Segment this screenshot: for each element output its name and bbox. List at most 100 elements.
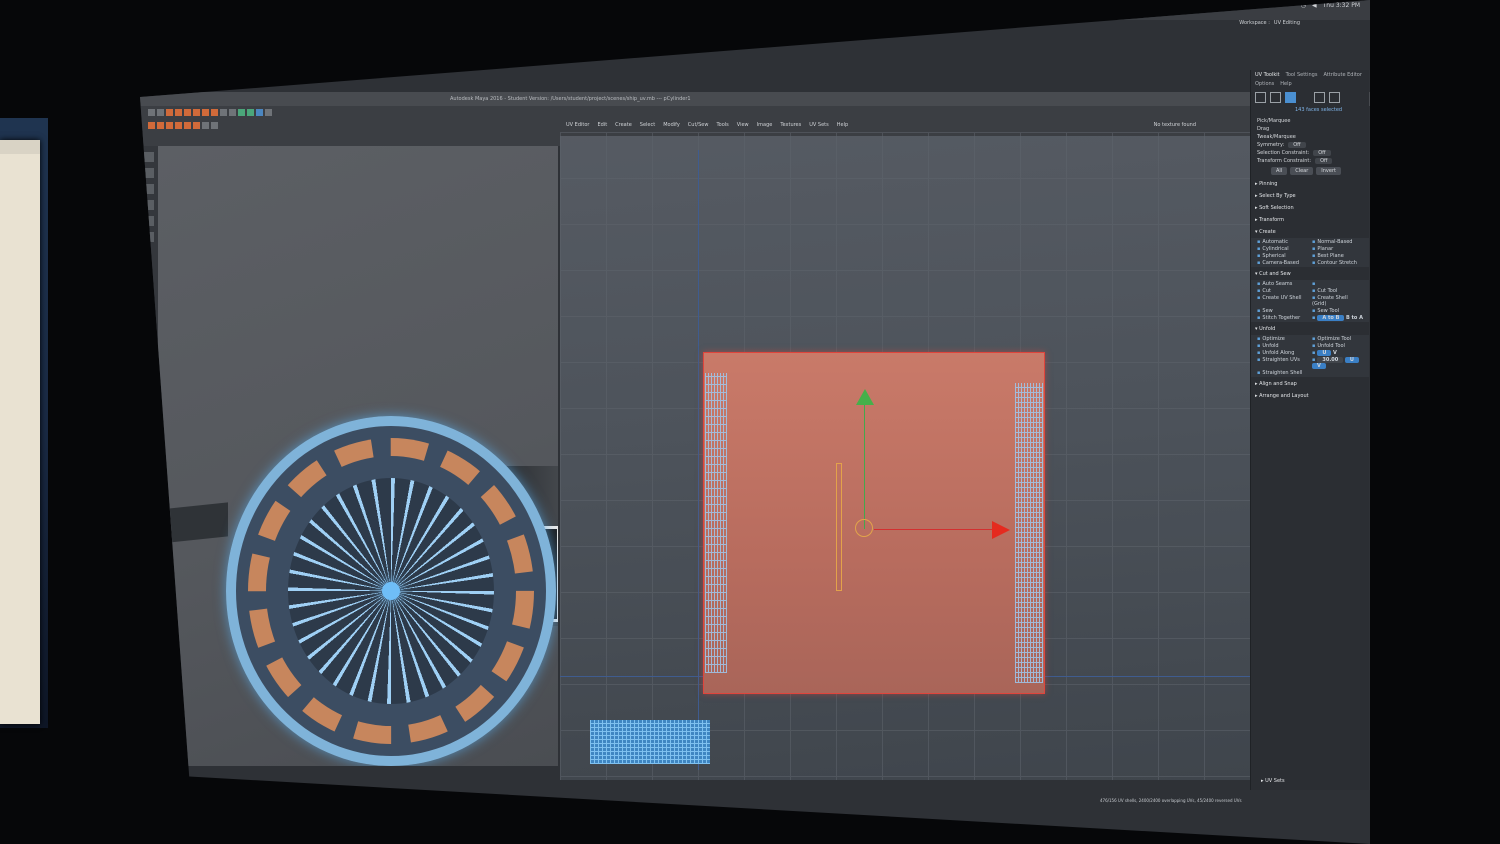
uv-shell-thin[interactable] [836,463,842,591]
perspective-viewport[interactable] [158,146,558,766]
symmetry-label: Symmetry: [1257,142,1285,148]
poly-plane-icon[interactable] [175,122,182,129]
snap-point-icon[interactable] [211,109,218,116]
extrude-icon[interactable] [184,122,191,129]
create-normal-based[interactable]: Normal-Based [1312,239,1363,245]
cut-create-uv-shell[interactable]: Create UV Shell [1257,295,1308,307]
selection-constraint-label: Selection Constraint: [1257,150,1310,156]
vertex-mode-icon[interactable] [1270,92,1281,103]
unfold-optimize-tool[interactable]: Optimize Tool [1312,336,1363,342]
move-tool-icon[interactable] [166,109,173,116]
workspace-value[interactable]: UV Editing [1274,20,1300,26]
cut-sew[interactable]: Sew [1257,308,1308,314]
select-icon[interactable] [144,152,154,162]
move-gizmo-y-arrow-icon[interactable] [856,389,874,405]
ipr-render-icon[interactable] [238,109,245,116]
pick-marquee[interactable]: Pick/Marquee [1251,117,1369,125]
selection-status: 143 faces selected [1295,107,1343,113]
bridge-icon[interactable] [211,122,218,129]
section-pinning[interactable]: ▸ Pinning [1251,179,1369,189]
poly-cylinder-icon[interactable] [166,122,173,129]
render-settings-icon[interactable] [247,109,254,116]
snap-grid-icon[interactable] [193,109,200,116]
create-camera-based[interactable]: Camera-Based [1257,260,1308,266]
straighten-uvs-label[interactable]: Straighten UVs [1257,357,1308,369]
tweak-marquee[interactable]: Tweak/Marquee [1251,133,1369,141]
unfold-unfold[interactable]: Unfold [1257,343,1308,349]
rotate-tool-icon[interactable] [175,109,182,116]
drag-mode[interactable]: Drag [1251,125,1369,133]
menu-options[interactable]: Options [1255,81,1274,87]
select-clear-button[interactable]: Clear [1290,167,1314,175]
create-best-plane[interactable]: Best Plane [1312,253,1363,259]
unfold-along-u[interactable]: U [1317,350,1332,356]
face-mode-icon[interactable] [1255,92,1266,103]
snap-curve-icon[interactable] [202,109,209,116]
move-gizmo-center[interactable] [855,519,873,537]
select-buttons: All Clear Invert [1251,165,1369,177]
section-create[interactable]: ▾ Create [1251,227,1369,237]
stitch-a-to-b[interactable]: A to B [1317,315,1345,321]
cut-sew-tool[interactable]: Sew Tool [1312,308,1363,314]
selection-constraint-row: Selection Constraint: Off [1251,149,1369,157]
unfold-along-v[interactable]: V [1333,350,1337,356]
section-transform[interactable]: ▸ Transform [1251,215,1369,225]
create-spherical[interactable]: Spherical [1257,253,1308,259]
straighten-u[interactable]: U [1344,357,1359,363]
section-soft-selection[interactable]: ▸ Soft Selection [1251,203,1369,213]
section-align-and-snap[interactable]: ▸ Align and Snap [1251,379,1369,389]
tab-tool-settings[interactable]: Tool Settings [1286,72,1318,78]
hypershade-icon[interactable] [256,109,263,116]
move-gizmo-x-arrow-icon[interactable] [992,521,1010,539]
move-gizmo-x-axis[interactable] [874,529,994,530]
uv-grid-icon[interactable] [1329,92,1340,103]
section-unfold[interactable]: ▾ Unfold [1251,324,1369,334]
uv-editor-panel[interactable]: UV Editor Edit Create Select Modify Cut/… [560,120,1250,780]
uv-shell-selected[interactable] [703,352,1045,694]
workspace-selector[interactable]: Workspace : UV Editing [1239,20,1300,26]
selection-constraint-dropdown[interactable]: Off [1313,150,1331,156]
section-select-by-type[interactable]: ▸ Select By Type [1251,191,1369,201]
transform-constraint-dropdown[interactable]: Off [1315,158,1333,164]
cut-cut-tool[interactable]: Cut Tool [1312,288,1363,294]
cut-stitch-together[interactable]: Stitch Together [1257,315,1308,321]
select-all-button[interactable]: All [1271,167,1288,175]
history-icon[interactable] [220,109,227,116]
unfold-unfold-tool[interactable]: Unfold Tool [1312,343,1363,349]
create-cylindrical[interactable]: Cylindrical [1257,246,1308,252]
bevel-icon[interactable] [193,122,200,129]
checkerboard-icon[interactable] [1314,92,1325,103]
uv-shell-mode-icon[interactable] [1285,92,1296,103]
cut-create-shell-grid[interactable]: Create Shell (Grid) [1312,295,1363,307]
tab-attribute-editor[interactable]: Attribute Editor [1323,72,1361,78]
uv-shell-bottom[interactable] [590,720,710,764]
unfold-along-label[interactable]: Unfold Along [1257,350,1308,356]
uv-editor-icon[interactable] [265,109,272,116]
cut-cut[interactable]: Cut [1257,288,1308,294]
section-cut-and-sew[interactable]: ▾ Cut and Sew [1251,269,1369,279]
select-invert-button[interactable]: Invert [1316,167,1341,175]
create-planar[interactable]: Planar [1312,246,1363,252]
straighten-v[interactable]: V [1312,363,1326,369]
create-automatic[interactable]: Automatic [1257,239,1308,245]
poly-cube-icon[interactable] [148,122,155,129]
cut-auto-seams[interactable]: Auto Seams [1257,281,1308,287]
section-arrange-and-layout[interactable]: ▸ Arrange and Layout [1251,391,1369,401]
symmetry-dropdown[interactable]: Off [1288,142,1306,148]
poly-sphere-icon[interactable] [157,122,164,129]
lasso-tool-icon[interactable] [157,109,164,116]
create-contour-stretch[interactable]: Contour Stretch [1312,260,1363,266]
menu-help[interactable]: Help [1280,81,1291,87]
move-gizmo-y-axis[interactable] [864,403,865,529]
render-icon[interactable] [229,109,236,116]
merge-icon[interactable] [202,122,209,129]
select-tool-icon[interactable] [148,109,155,116]
scale-tool-icon[interactable] [184,109,191,116]
tab-uv-toolkit[interactable]: UV Toolkit [1255,72,1280,78]
unfold-optimize[interactable]: Optimize [1257,336,1308,342]
turbine-mesh[interactable] [226,416,556,766]
straighten-shell[interactable]: Straighten Shell [1257,370,1308,376]
section-cut-and-sew-label: Cut and Sew [1259,271,1291,277]
section-uv-sets[interactable]: ▸ UV Sets [1257,776,1289,786]
stitch-b-to-a[interactable]: B to A [1346,315,1363,321]
